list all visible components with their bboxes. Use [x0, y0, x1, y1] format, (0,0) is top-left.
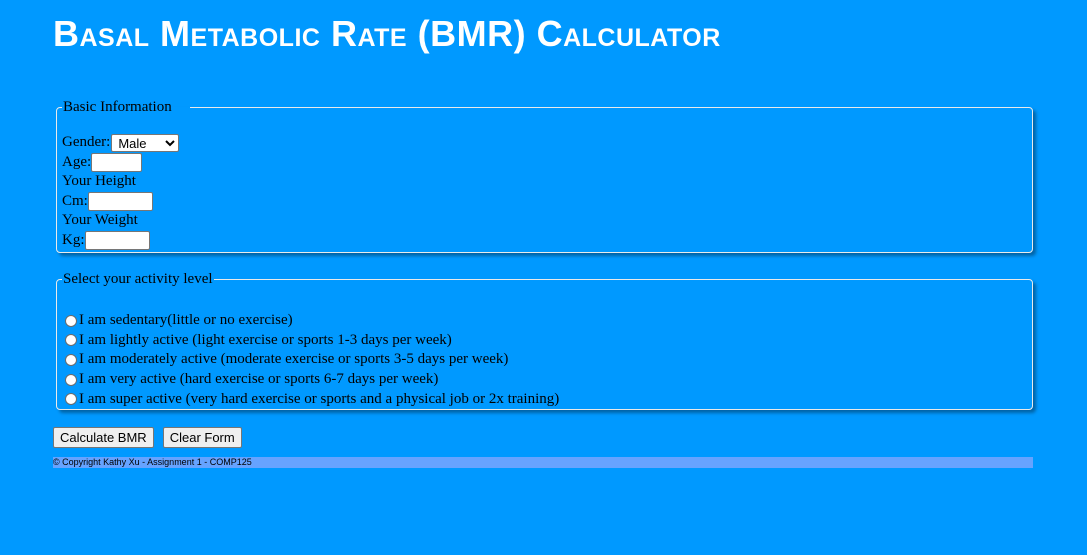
basic-information-fieldset: Basic Information Gender: Male Age: Your…	[56, 99, 1033, 253]
activity-options: I am sedentary(little or no exercise) I …	[62, 288, 1028, 409]
clear-form-button[interactable]: Clear Form	[162, 427, 242, 448]
gender-label: Gender:	[62, 134, 111, 150]
footer-copyright: © Copyright Kathy Xu - Assignment 1 - CO…	[53, 457, 1033, 468]
page-title: Basal Metabolic Rate (BMR) Calculator	[53, 13, 721, 54]
weight-heading: Your Weight	[62, 212, 138, 228]
activity-option-label: I am super active (very hard exercise or…	[79, 390, 560, 407]
activity-level-fieldset: Select your activity level I am sedentar…	[56, 271, 1033, 410]
gender-select[interactable]: Male	[111, 133, 180, 152]
height-cm-input[interactable]	[87, 191, 153, 211]
height-heading: Your Height	[62, 173, 136, 189]
age-input[interactable]	[91, 152, 143, 172]
activity-option-label: I am lightly active (light exercise or s…	[79, 331, 452, 348]
radio-button[interactable]	[65, 314, 77, 327]
basic-information-legend: Basic Information	[63, 99, 172, 115]
radio-button[interactable]	[65, 393, 77, 406]
activity-option-moderately-active[interactable]: I am moderately active (moderate exercis…	[61, 350, 1028, 370]
weight-row: Kg:	[62, 230, 1028, 251]
age-row: Age:	[62, 152, 1028, 173]
activity-option-super-active[interactable]: I am super active (very hard exercise or…	[61, 389, 1028, 409]
radio-button[interactable]	[65, 373, 77, 386]
activity-level-legend: Select your activity level	[63, 271, 213, 287]
kg-label: Kg:	[62, 231, 85, 248]
activity-option-sedentary[interactable]: I am sedentary(little or no exercise)	[61, 311, 1028, 331]
basic-information-body: Gender: Male Age: Your Height Cm: Your W…	[62, 116, 1028, 250]
radio-button[interactable]	[65, 334, 77, 347]
activity-option-label: I am moderately active (moderate exercis…	[79, 351, 509, 368]
activity-option-very-active[interactable]: I am very active (hard exercise or sport…	[61, 370, 1028, 390]
activity-option-lightly-active[interactable]: I am lightly active (light exercise or s…	[61, 331, 1028, 351]
form-buttons: Calculate BMR Clear Form	[53, 427, 1033, 448]
activity-option-label: I am sedentary(little or no exercise)	[79, 312, 293, 329]
age-label: Age:	[62, 153, 92, 170]
activity-option-label: I am very active (hard exercise or sport…	[79, 371, 439, 388]
radio-button[interactable]	[65, 353, 77, 366]
calculate-bmr-button[interactable]: Calculate BMR	[53, 427, 154, 448]
height-row: Cm:	[62, 191, 1028, 212]
page-wrapper: Basal Metabolic Rate (BMR) Calculator Ba…	[53, 0, 1033, 468]
cm-label: Cm:	[62, 192, 88, 209]
weight-kg-input[interactable]	[84, 230, 150, 250]
gender-row: Gender: Male	[62, 133, 1028, 153]
